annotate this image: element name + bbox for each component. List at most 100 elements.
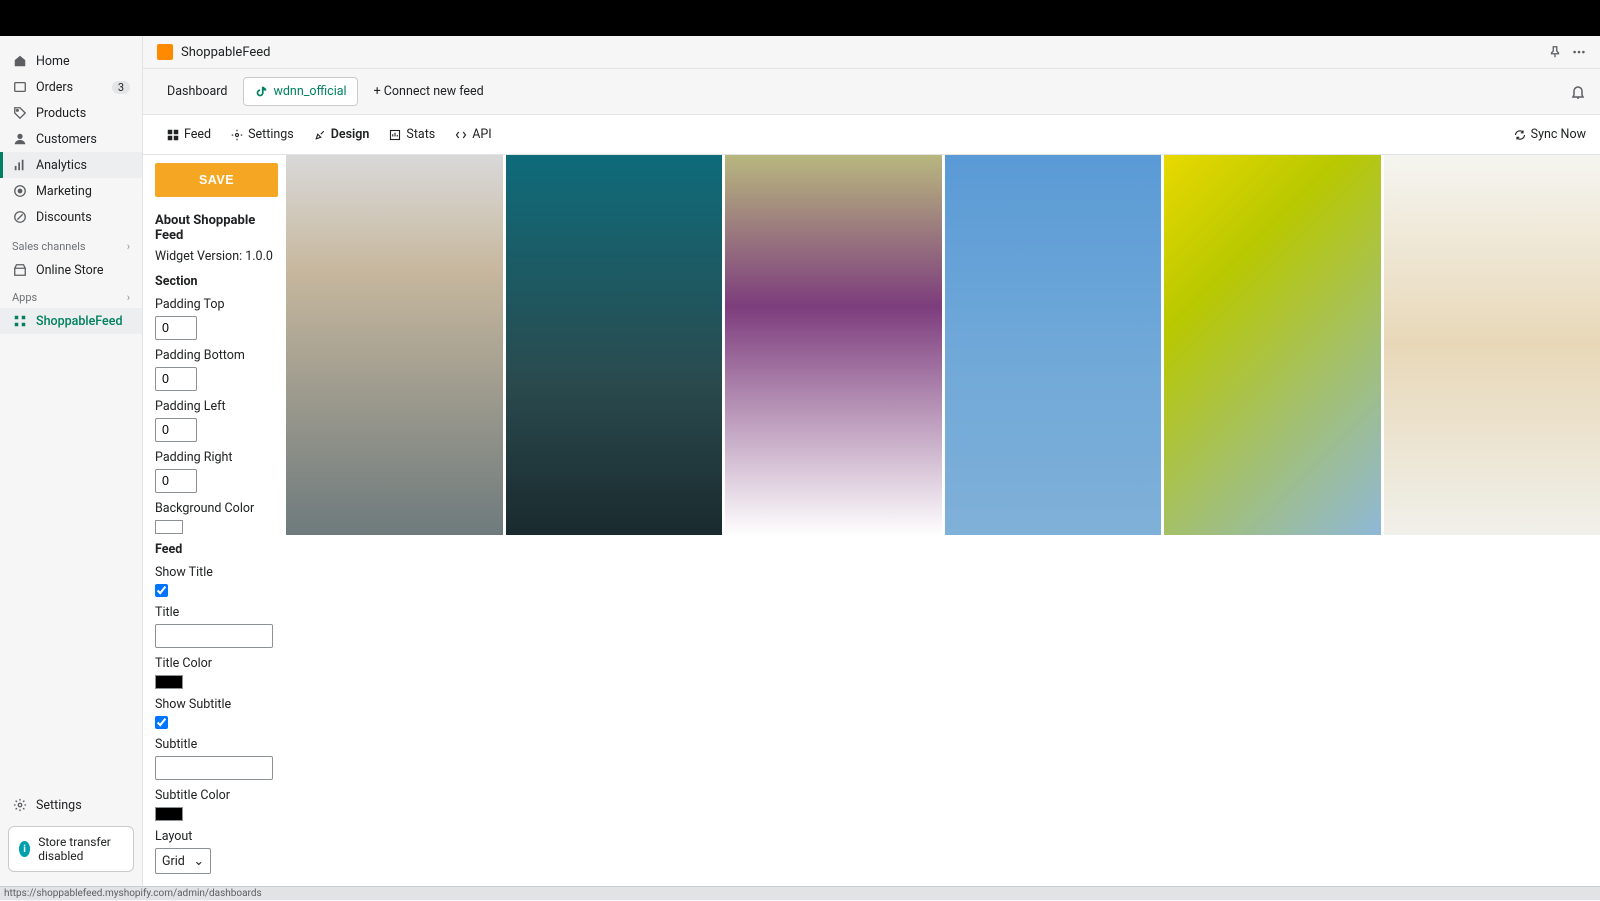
products-icon — [12, 105, 28, 121]
padding-left-input[interactable] — [155, 418, 197, 442]
subtab-design[interactable]: Design — [304, 121, 380, 148]
sidebar-heading-sales-channels[interactable]: Sales channels › — [0, 232, 142, 257]
main-area: ShoppableFeed Dashboard wdnn_official + … — [143, 36, 1600, 886]
sidebar-heading-apps[interactable]: Apps › — [0, 283, 142, 308]
sidebar-item-orders[interactable]: Orders 3 — [0, 74, 142, 100]
sidebar-item-label: Settings — [36, 798, 82, 813]
padding-right-input[interactable] — [155, 469, 197, 493]
feed-tabs-row: Dashboard wdnn_official + Connect new fe… — [143, 69, 1600, 115]
app-logo-icon — [157, 44, 173, 60]
show-title-label: Show Title — [155, 565, 278, 580]
sidebar-item-settings[interactable]: Settings — [0, 792, 142, 818]
marketing-icon — [12, 183, 28, 199]
sidebar-item-label: Home — [36, 54, 70, 69]
design-panel: SAVE About Shoppable Feed Widget Version… — [143, 155, 286, 886]
store-icon — [12, 262, 28, 278]
feed-preview — [286, 155, 1600, 886]
analytics-icon — [12, 157, 28, 173]
save-button[interactable]: SAVE — [155, 163, 278, 197]
sync-now-button[interactable]: Sync Now — [1514, 127, 1586, 142]
chevron-down-icon: ⌄ — [194, 853, 204, 869]
sidebar-item-label: Online Store — [36, 263, 103, 278]
layout-select[interactable]: Grid ⌄ — [155, 848, 211, 874]
padding-right-label: Padding Right — [155, 450, 278, 465]
widget-version: Widget Version: 1.0.0 — [155, 249, 278, 264]
discounts-icon — [12, 209, 28, 225]
app-icon — [12, 313, 28, 329]
subtitle-color-label: Subtitle Color — [155, 788, 278, 803]
sidebar: Home Orders 3 Products Customers Analyti… — [0, 36, 143, 886]
sidebar-item-marketing[interactable]: Marketing — [0, 178, 142, 204]
stats-icon — [389, 129, 401, 141]
subtitle-color-swatch[interactable] — [155, 807, 183, 821]
sidebar-item-label: Products — [36, 106, 86, 121]
pin-icon[interactable] — [1548, 45, 1562, 59]
subtitle-input[interactable] — [155, 756, 273, 780]
status-url: https://shoppablefeed.myshopify.com/admi… — [4, 888, 262, 899]
title-label: Title — [155, 605, 278, 620]
subtab-api[interactable]: API — [445, 121, 501, 148]
gear-icon — [12, 797, 28, 813]
info-icon: i — [19, 841, 30, 857]
bg-color-label: Background Color — [155, 501, 278, 516]
brush-icon — [314, 129, 326, 141]
sidebar-item-label: ShoppableFeed — [36, 314, 123, 329]
bg-color-swatch[interactable] — [155, 520, 183, 534]
title-color-label: Title Color — [155, 656, 278, 671]
feed-heading: Feed — [155, 542, 278, 557]
sidebar-item-label: Customers — [36, 132, 97, 147]
feed-tile[interactable] — [1164, 155, 1381, 535]
sidebar-item-label: Discounts — [36, 210, 92, 225]
title-input[interactable] — [155, 624, 273, 648]
sidebar-item-home[interactable]: Home — [0, 48, 142, 74]
app-header: ShoppableFeed — [143, 36, 1600, 69]
feed-tile[interactable] — [725, 155, 942, 535]
padding-bottom-label: Padding Bottom — [155, 348, 278, 363]
top-black-bar — [0, 0, 1600, 36]
transfer-disabled-pill[interactable]: i Store transfer disabled — [8, 826, 134, 872]
padding-top-label: Padding Top — [155, 297, 278, 312]
code-icon — [455, 129, 467, 141]
design-subtabs-row: Feed Settings Design Stats API Sync Now — [143, 115, 1600, 155]
subtab-stats[interactable]: Stats — [379, 121, 445, 148]
sidebar-item-discounts[interactable]: Discounts — [0, 204, 142, 230]
feed-tile[interactable] — [945, 155, 1162, 535]
tiktok-icon — [254, 85, 268, 99]
feed-tile[interactable] — [506, 155, 723, 535]
status-bar: https://shoppablefeed.myshopify.com/admi… — [0, 886, 1600, 900]
tab-feed-account[interactable]: wdnn_official — [243, 77, 357, 106]
sidebar-item-label: Marketing — [36, 184, 92, 199]
customers-icon — [12, 131, 28, 147]
about-heading: About Shoppable Feed — [155, 213, 278, 243]
sync-icon — [1514, 129, 1526, 141]
sidebar-item-analytics[interactable]: Analytics — [0, 152, 142, 178]
tab-dashboard[interactable]: Dashboard — [157, 78, 237, 105]
title-color-swatch[interactable] — [155, 675, 183, 689]
section-heading: Section — [155, 274, 278, 289]
home-icon — [12, 53, 28, 69]
feed-tile[interactable] — [286, 155, 503, 535]
grid-icon — [167, 129, 179, 141]
padding-bottom-input[interactable] — [155, 367, 197, 391]
sidebar-item-shoppablefeed[interactable]: ShoppableFeed — [0, 308, 142, 334]
bell-icon[interactable] — [1570, 84, 1586, 100]
tab-connect-new-feed[interactable]: + Connect new feed — [364, 78, 494, 105]
padding-left-label: Padding Left — [155, 399, 278, 414]
layout-label: Layout — [155, 829, 278, 844]
subtab-settings[interactable]: Settings — [221, 121, 304, 148]
feed-tile[interactable] — [1384, 155, 1600, 535]
more-icon[interactable] — [1572, 45, 1586, 59]
subtitle-label: Subtitle — [155, 737, 278, 752]
padding-top-input[interactable] — [155, 316, 197, 340]
show-title-checkbox[interactable] — [155, 584, 168, 597]
orders-icon — [12, 79, 28, 95]
gear-icon — [231, 129, 243, 141]
sidebar-item-customers[interactable]: Customers — [0, 126, 142, 152]
chevron-right-icon: › — [127, 240, 130, 253]
subtab-feed[interactable]: Feed — [157, 121, 221, 148]
sidebar-item-label: Orders — [36, 80, 73, 95]
show-subtitle-checkbox[interactable] — [155, 716, 168, 729]
sidebar-item-products[interactable]: Products — [0, 100, 142, 126]
orders-badge: 3 — [112, 81, 130, 94]
sidebar-item-online-store[interactable]: Online Store — [0, 257, 142, 283]
